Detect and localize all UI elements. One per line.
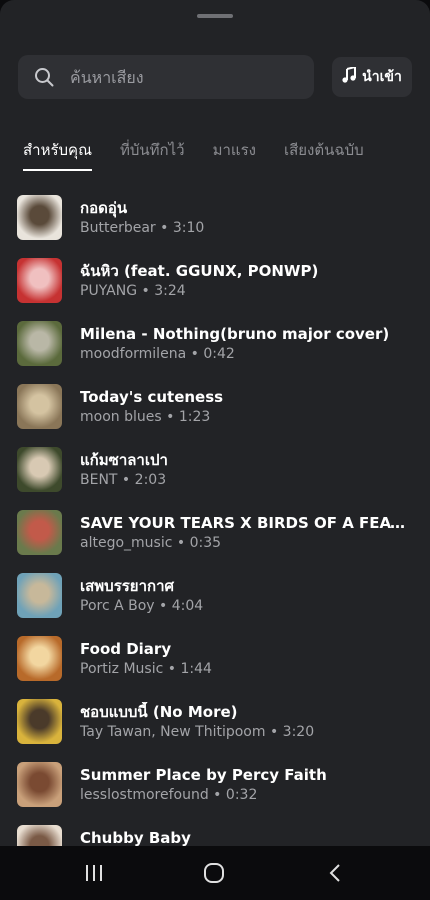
track-cover-image <box>17 258 62 303</box>
track-duration: 0:35 <box>189 535 222 551</box>
separator-dot: • <box>208 787 226 803</box>
track-subtitle: lesslostmorefound • 0:32 <box>80 785 412 805</box>
track-title: แก้มซาลาเปา <box>80 451 168 469</box>
track-subtitle: PUYANG • 3:24 <box>80 281 412 301</box>
search-row: นำเข้า <box>18 55 412 99</box>
separator-dot: • <box>265 724 283 740</box>
track-row[interactable]: ฉันหิว (feat. GGUNX, PONWP) PUYANG • 3:24 <box>0 258 430 306</box>
track-subtitle: Butterbear • 3:10 <box>80 218 412 238</box>
separator-dot: • <box>137 283 155 299</box>
track-cover-image <box>17 510 62 555</box>
search-input[interactable] <box>70 67 300 87</box>
home-button[interactable] <box>199 858 229 888</box>
search-box[interactable] <box>18 55 314 99</box>
track-subtitle: Portiz Music • 1:44 <box>80 659 412 679</box>
separator-dot: • <box>186 346 204 362</box>
track-subtitle: moodformilena • 0:42 <box>80 344 412 364</box>
track-duration: 3:24 <box>154 283 186 299</box>
track-duration: 4:04 <box>171 598 204 614</box>
system-nav-bar <box>0 846 430 900</box>
home-icon <box>204 863 224 883</box>
track-title: Summer Place by Percy Faith <box>80 766 327 784</box>
track-duration: 3:10 <box>172 220 205 236</box>
tab-for-you[interactable]: สำหรับคุณ <box>23 138 92 174</box>
tab-trending[interactable]: มาแรง <box>213 138 256 174</box>
back-button[interactable] <box>320 858 350 888</box>
track-row[interactable]: เสพบรรยากาศ Porc A Boy • 4:04 <box>0 573 430 621</box>
track-title: กอดอุ่น <box>80 199 128 217</box>
track-title: ฉันหิว (feat. GGUNX, PONWP) <box>80 262 319 280</box>
track-duration: 2:03 <box>134 472 167 488</box>
tab-bar: สำหรับคุณ ที่บันทึกไว้ มาแรง เสียงต้นฉบั… <box>23 138 420 174</box>
track-artist: lesslostmorefound <box>80 787 209 803</box>
track-duration: 0:32 <box>225 787 258 803</box>
track-row[interactable]: SAVE YOUR TEARS X BIRDS OF A FEATHER (..… <box>0 510 430 558</box>
track-row[interactable]: แก้มซาลาเปา BENT • 2:03 <box>0 447 430 495</box>
import-label: นำเข้า <box>362 69 402 85</box>
search-icon <box>18 55 70 99</box>
track-title: SAVE YOUR TEARS X BIRDS OF A FEATHER (..… <box>80 514 412 532</box>
track-duration: 1:44 <box>180 661 212 677</box>
separator-dot: • <box>163 661 181 677</box>
track-artist: PUYANG <box>80 283 138 299</box>
track-row[interactable]: Today's cuteness moon blues • 1:23 <box>0 384 430 432</box>
track-subtitle: altego_music • 0:35 <box>80 533 412 553</box>
track-artist: Porc A Boy <box>80 598 155 614</box>
track-title: Milena - Nothing(bruno major cover) <box>80 325 390 343</box>
sound-picker-sheet: นำเข้า สำหรับคุณ ที่บันทึกไว้ มาแรง เสีย… <box>0 0 430 900</box>
track-row[interactable]: กอดอุ่น Butterbear • 3:10 <box>0 195 430 243</box>
track-cover-image <box>17 573 62 618</box>
track-cover-image <box>17 636 62 681</box>
separator-dot: • <box>154 598 172 614</box>
track-title: Chubby Baby <box>80 829 191 847</box>
tab-original-sounds[interactable]: เสียงต้นฉบับ <box>284 138 364 174</box>
track-title: เสพบรรยากาศ <box>80 577 175 595</box>
separator-dot: • <box>172 535 190 551</box>
drag-handle[interactable] <box>197 14 233 18</box>
track-artist: Portiz Music <box>80 661 164 677</box>
separator-dot: • <box>117 472 135 488</box>
track-row[interactable]: Food Diary Portiz Music • 1:44 <box>0 636 430 684</box>
recent-apps-button[interactable] <box>79 858 109 888</box>
track-duration: 1:23 <box>178 409 211 425</box>
track-cover-image <box>17 384 62 429</box>
track-artist: altego_music <box>80 535 173 551</box>
track-artist: Tay Tawan, New Thitipoom <box>80 724 266 740</box>
track-artist: Butterbear <box>80 220 156 236</box>
back-icon <box>329 864 340 882</box>
separator-dot: • <box>161 409 179 425</box>
track-artist: moodformilena <box>80 346 187 362</box>
track-cover-image <box>17 699 62 744</box>
track-subtitle: BENT • 2:03 <box>80 470 412 490</box>
track-subtitle: Porc A Boy • 4:04 <box>80 596 412 616</box>
track-row[interactable]: ชอบแบบนี้ (No More) Tay Tawan, New Thitip… <box>0 699 430 747</box>
track-artist: moon blues <box>80 409 162 425</box>
track-cover-image <box>17 762 62 807</box>
track-subtitle: Tay Tawan, New Thitipoom • 3:20 <box>80 722 412 742</box>
music-note-icon <box>342 65 357 87</box>
track-cover-image <box>17 321 62 366</box>
track-title: ชอบแบบนี้ (No More) <box>80 703 238 721</box>
track-cover-image <box>17 195 62 240</box>
track-title: Food Diary <box>80 640 172 658</box>
import-button[interactable]: นำเข้า <box>332 57 412 97</box>
track-duration: 0:42 <box>203 346 235 362</box>
track-title: Today's cuteness <box>80 388 224 406</box>
track-subtitle: moon blues • 1:23 <box>80 407 412 427</box>
track-row[interactable]: Summer Place by Percy Faith lesslostmoref… <box>0 762 430 810</box>
recent-apps-icon <box>86 865 102 881</box>
track-duration: 3:20 <box>282 724 315 740</box>
tab-saved[interactable]: ที่บันทึกไว้ <box>120 138 185 174</box>
track-artist: BENT <box>80 472 118 488</box>
separator-dot: • <box>155 220 173 236</box>
track-row[interactable]: Milena - Nothing(bruno major cover) moodf… <box>0 321 430 369</box>
track-cover-image <box>17 447 62 492</box>
